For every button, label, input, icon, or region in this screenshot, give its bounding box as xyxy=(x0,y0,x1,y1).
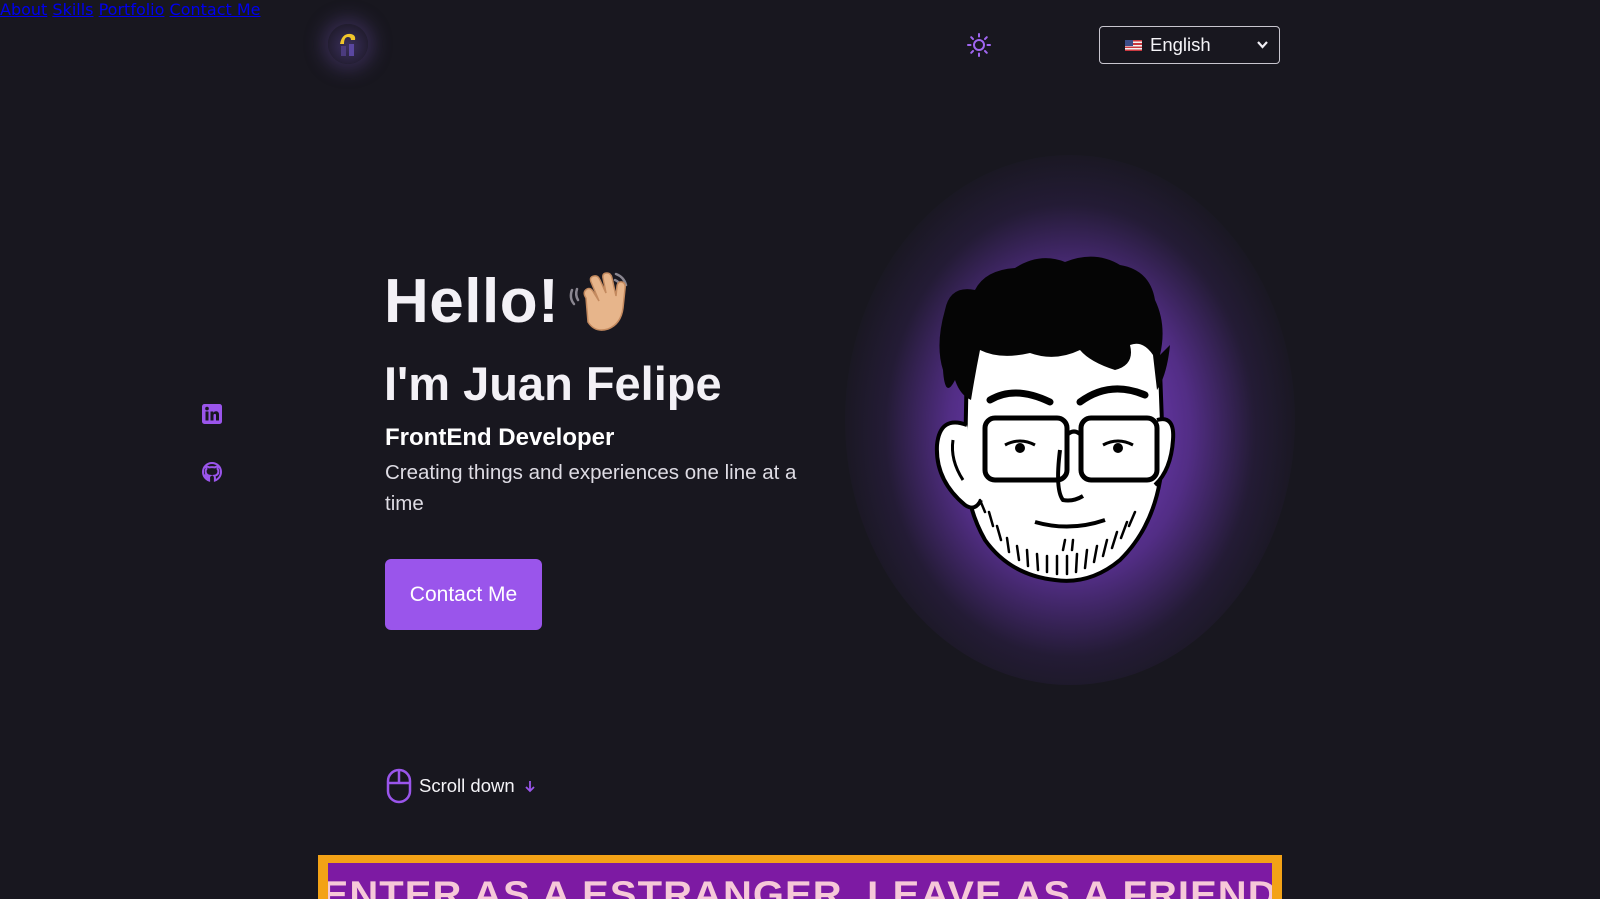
page: About Skills Portfolio Contact Me Englis… xyxy=(0,0,1600,899)
site-logo[interactable] xyxy=(328,24,368,64)
nav-skills[interactable]: Skills xyxy=(52,0,93,19)
nav-about[interactable]: About xyxy=(0,0,47,19)
linkedin-link[interactable] xyxy=(201,403,223,425)
linkedin-icon xyxy=(202,404,222,424)
motto-banner-text: ENTER AS A ESTRANGER, LEAVE AS A FRIEND xyxy=(328,874,1272,899)
contact-me-button[interactable]: Contact Me xyxy=(385,559,542,630)
hero-name: I'm Juan Felipe xyxy=(384,357,722,410)
hero-tagline: Creating things and experiences one line… xyxy=(385,461,797,515)
motto-banner: ENTER AS A ESTRANGER, LEAVE AS A FRIEND xyxy=(318,855,1282,899)
hero-role: FrontEnd Developer xyxy=(385,424,615,451)
scroll-down-label: Scroll down xyxy=(419,775,515,796)
language-selected-value: English xyxy=(1150,34,1211,55)
mouse-icon xyxy=(386,768,412,804)
waving-hand-icon xyxy=(569,272,628,331)
sun-icon xyxy=(967,33,991,57)
motto-banner-inner: ENTER AS A ESTRANGER, LEAVE AS A FRIEND xyxy=(328,863,1272,899)
hero-greeting: Hello! xyxy=(384,267,560,336)
github-icon xyxy=(201,461,223,482)
nav-portfolio[interactable]: Portfolio xyxy=(99,0,165,19)
language-select[interactable]: English xyxy=(1099,26,1280,64)
us-flag-icon xyxy=(1125,39,1142,51)
main-nav: About Skills Portfolio Contact Me xyxy=(0,0,1600,19)
arrow-down-icon xyxy=(525,781,535,793)
chevron-down-icon xyxy=(1257,41,1268,49)
avatar-illustration xyxy=(934,256,1176,583)
github-link[interactable] xyxy=(201,461,223,483)
nav-contact-me[interactable]: Contact Me xyxy=(170,0,261,19)
theme-toggle-button[interactable] xyxy=(966,32,992,58)
scroll-down-link[interactable]: Scroll down xyxy=(386,768,537,804)
